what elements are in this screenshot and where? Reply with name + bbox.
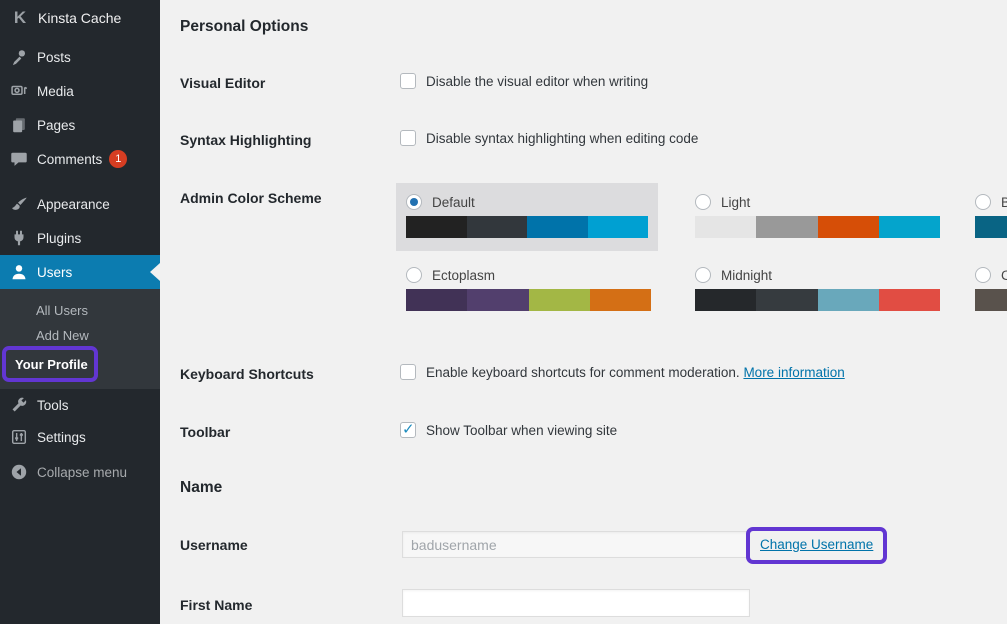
toolbar-checkbox[interactable] [400,422,416,438]
sidebar-item-collapse-menu[interactable]: Collapse menu [0,455,160,489]
color-scheme-radio-default[interactable] [406,194,422,210]
color-scheme-radio-light[interactable] [695,194,711,210]
pages-icon [10,116,28,134]
syntax-highlighting-checkbox[interactable] [400,130,416,146]
color-scheme-option-midnight[interactable]: Midnight [695,267,940,311]
sidebar-item-label: Plugins [37,231,81,246]
sidebar-item-label: Media [37,84,74,99]
user-icon [10,263,28,281]
change-username-highlight-box: Change Username [746,527,887,564]
submenu-item-your-profile[interactable]: Your Profile [15,357,88,372]
color-scheme-radio-ectoplasm[interactable] [406,267,422,283]
brand-label: Kinsta Cache [38,10,121,26]
sidebar-item-media[interactable]: Media [0,74,160,108]
color-scheme-swatches [695,216,940,238]
color-scheme-name: Default [432,195,475,210]
toolbar-label: Toolbar [180,424,230,440]
keyboard-shortcuts-option-text: Enable keyboard shortcuts for comment mo… [426,365,740,380]
section-heading-personal-options: Personal Options [180,18,308,36]
color-scheme-radio-blue[interactable] [975,194,991,210]
syntax-highlighting-option: Disable syntax highlighting when editing… [400,130,698,146]
settings-sliders-icon [10,428,28,446]
color-scheme-name: Light [721,195,750,210]
admin-sidebar: K Kinsta Cache Posts Media Pages Comment… [0,0,160,624]
color-scheme-swatches [975,216,1007,238]
color-scheme-name: Midnight [721,268,772,283]
first-name-label: First Name [180,597,252,613]
sidebar-item-tools[interactable]: Tools [0,388,160,422]
syntax-highlighting-label: Syntax Highlighting [180,132,311,148]
color-scheme-option-blue[interactable]: Blue [975,194,1007,238]
username-input [402,531,748,558]
sidebar-item-label: Settings [37,430,86,445]
sidebar-item-label: Collapse menu [37,465,127,480]
sidebar-item-pages[interactable]: Pages [0,108,160,142]
kinsta-logo-icon: K [11,8,29,28]
sidebar-item-comments[interactable]: Comments 1 [0,142,160,176]
pin-icon [10,48,28,66]
color-scheme-swatches [695,289,940,311]
users-submenu: All Users Add New Your Profile [0,289,160,389]
visual-editor-option-text: Disable the visual editor when writing [426,73,648,89]
keyboard-shortcuts-checkbox[interactable] [400,364,416,380]
visual-editor-checkbox[interactable] [400,73,416,89]
profile-settings-panel: Personal Options Visual Editor Disable t… [160,0,1007,624]
plugin-icon [10,229,28,247]
submenu-item-add-new[interactable]: Add New [36,324,89,346]
more-information-link[interactable]: More information [743,365,844,380]
color-scheme-radio-midnight[interactable] [695,267,711,283]
change-username-link[interactable]: Change Username [760,537,873,552]
color-scheme-swatches [406,289,651,311]
first-name-input[interactable] [402,589,750,617]
color-scheme-radio-coffee[interactable] [975,267,991,283]
sidebar-item-label: Posts [37,50,71,65]
collapse-icon [10,463,28,481]
keyboard-shortcuts-label: Keyboard Shortcuts [180,366,314,382]
submenu-item-all-users[interactable]: All Users [36,299,88,321]
sidebar-item-label: Appearance [37,197,110,212]
color-scheme-name: Coffee [1001,268,1007,283]
media-icon [10,82,28,100]
your-profile-highlight-box: Your Profile [2,346,98,382]
comment-icon [10,150,28,168]
color-scheme-option-ectoplasm[interactable]: Ectoplasm [406,267,651,311]
sidebar-item-plugins[interactable]: Plugins [0,221,160,255]
color-scheme-option-light[interactable]: Light [695,194,940,238]
sidebar-item-label: Comments [37,152,102,167]
sidebar-item-label: Users [37,265,72,280]
section-heading-name: Name [180,479,222,497]
color-scheme-name: Ectoplasm [432,268,495,283]
sidebar-item-settings[interactable]: Settings [0,420,160,454]
color-scheme-swatches [406,216,648,238]
sidebar-item-users[interactable]: Users [0,255,160,289]
toolbar-option: Show Toolbar when viewing site [400,422,617,438]
admin-color-scheme-label: Admin Color Scheme [180,190,322,206]
keyboard-shortcuts-option: Enable keyboard shortcuts for comment mo… [400,364,845,380]
comments-count-badge: 1 [109,150,127,168]
sidebar-item-appearance[interactable]: Appearance [0,187,160,221]
wrench-icon [10,396,28,414]
color-scheme-swatches [975,289,1007,311]
sidebar-item-posts[interactable]: Posts [0,40,160,74]
brush-icon [10,195,28,213]
syntax-highlighting-option-text: Disable syntax highlighting when editing… [426,130,698,146]
toolbar-option-text: Show Toolbar when viewing site [426,422,617,438]
visual-editor-option: Disable the visual editor when writing [400,73,648,89]
color-scheme-option-coffee[interactable]: Coffee [975,267,1007,311]
wordpress-admin-page: K Kinsta Cache Posts Media Pages Comment… [0,0,1007,624]
sidebar-brand[interactable]: K Kinsta Cache [0,0,160,36]
username-label: Username [180,537,248,553]
active-menu-arrow [150,263,160,281]
sidebar-item-label: Tools [37,398,69,413]
visual-editor-label: Visual Editor [180,75,265,91]
sidebar-item-label: Pages [37,118,75,133]
color-scheme-name: Blue [1001,195,1007,210]
color-scheme-option-default[interactable]: Default [396,183,658,251]
